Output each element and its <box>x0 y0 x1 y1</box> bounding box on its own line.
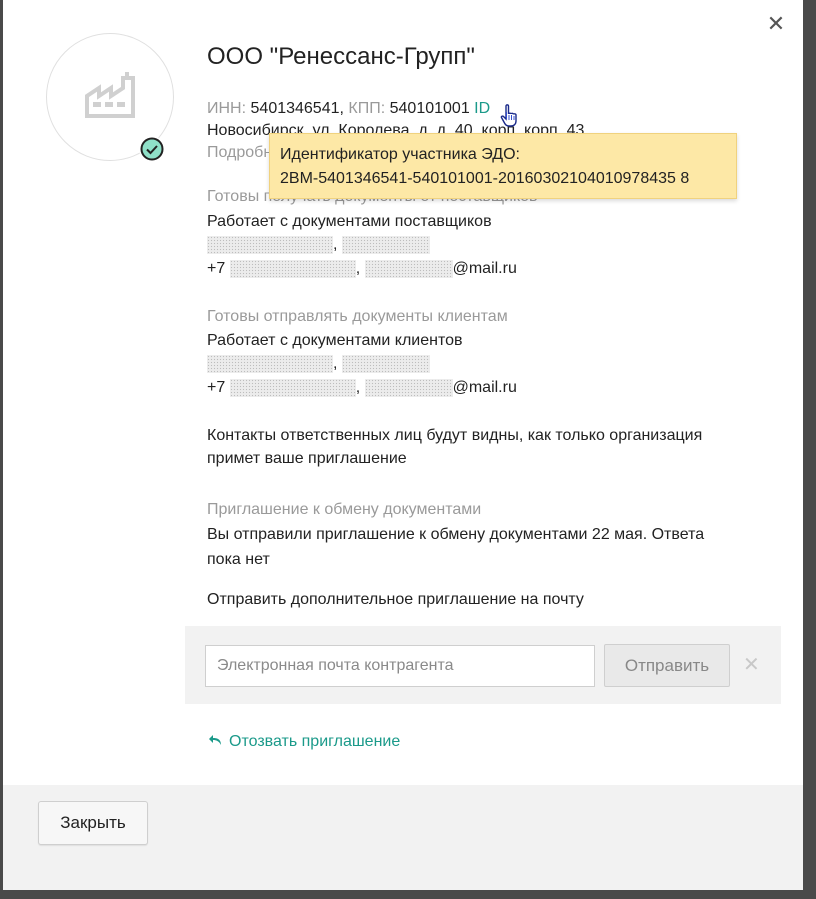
inn-value: 5401346541, <box>250 100 344 117</box>
email-suffix: @mail.ru <box>452 260 517 277</box>
close-button[interactable]: Закрыть <box>38 801 148 845</box>
factory-icon <box>85 72 135 118</box>
dialog-footer: Закрыть <box>3 785 803 890</box>
kpp-value: 540101001 <box>389 100 470 117</box>
tooltip-title: Идентификатор участника ЭДО: <box>280 146 520 163</box>
send-works-with: Работает с документами клиентов <box>207 332 463 349</box>
receive-contact-names: , <box>207 234 430 256</box>
check-circle-icon <box>139 136 165 162</box>
redacted-text <box>364 259 453 278</box>
email-suffix: @mail.ru <box>452 379 517 396</box>
invitation-status: Вы отправили приглашение к обмену докуме… <box>207 526 705 543</box>
send-invite-button[interactable]: Отправить <box>604 644 730 687</box>
redacted-text <box>341 235 430 254</box>
edo-id-tooltip: Идентификатор участника ЭДО: 2BM-5401346… <box>269 133 737 199</box>
close-icon[interactable]: ✕ <box>743 652 760 677</box>
contacts-note: Контакты ответственных лиц будут видны, … <box>207 427 703 444</box>
requisites: ИНН: 5401346541, КПП: 540101001 ID <box>207 98 490 120</box>
extra-invite-panel: Отправить ✕ <box>185 626 781 704</box>
phone-prefix: +7 <box>207 260 226 277</box>
send-contact-names: , <box>207 353 430 375</box>
undo-arrow-icon <box>209 733 223 751</box>
receive-works-with: Работает с документами поставщиков <box>207 213 492 230</box>
kpp-label: КПП: <box>348 100 386 117</box>
revoke-invitation-label: Отозвать приглашение <box>229 733 401 750</box>
redacted-text <box>207 235 333 254</box>
tooltip-value: 2BM-5401346541-540101001-201603021040109… <box>280 170 690 187</box>
inn-label: ИНН: <box>207 100 247 117</box>
edo-id-link[interactable]: ID <box>474 100 490 117</box>
revoke-invitation-link[interactable]: Отозвать приглашение <box>209 733 400 751</box>
send-contacts: +7 , @mail.ru <box>207 378 517 397</box>
contacts-note-cont: примет ваше приглашение <box>207 450 407 467</box>
close-icon[interactable]: ✕ <box>765 12 787 36</box>
redacted-text <box>207 354 333 373</box>
redacted-text <box>229 378 356 397</box>
phone-prefix: +7 <box>207 379 226 396</box>
send-heading: Готовы отправлять документы клиентам <box>207 308 508 325</box>
invitation-heading: Приглашение к обмену документами <box>207 501 482 518</box>
redacted-text <box>341 354 430 373</box>
hand-pointer-icon <box>500 104 520 133</box>
invitation-status-cont: пока нет <box>207 551 270 568</box>
redacted-text <box>364 378 453 397</box>
receive-contacts: +7 , @mail.ru <box>207 259 517 278</box>
organization-name: ООО "Ренессанс-Групп" <box>207 43 475 70</box>
redacted-text <box>229 259 356 278</box>
extra-invite-label: Отправить дополнительное приглашение на … <box>207 591 584 608</box>
organization-dialog: ✕ ООО "Ренессанс-Групп" ИНН: 5401346541,… <box>3 0 803 890</box>
counterparty-email-input[interactable] <box>205 645 595 687</box>
